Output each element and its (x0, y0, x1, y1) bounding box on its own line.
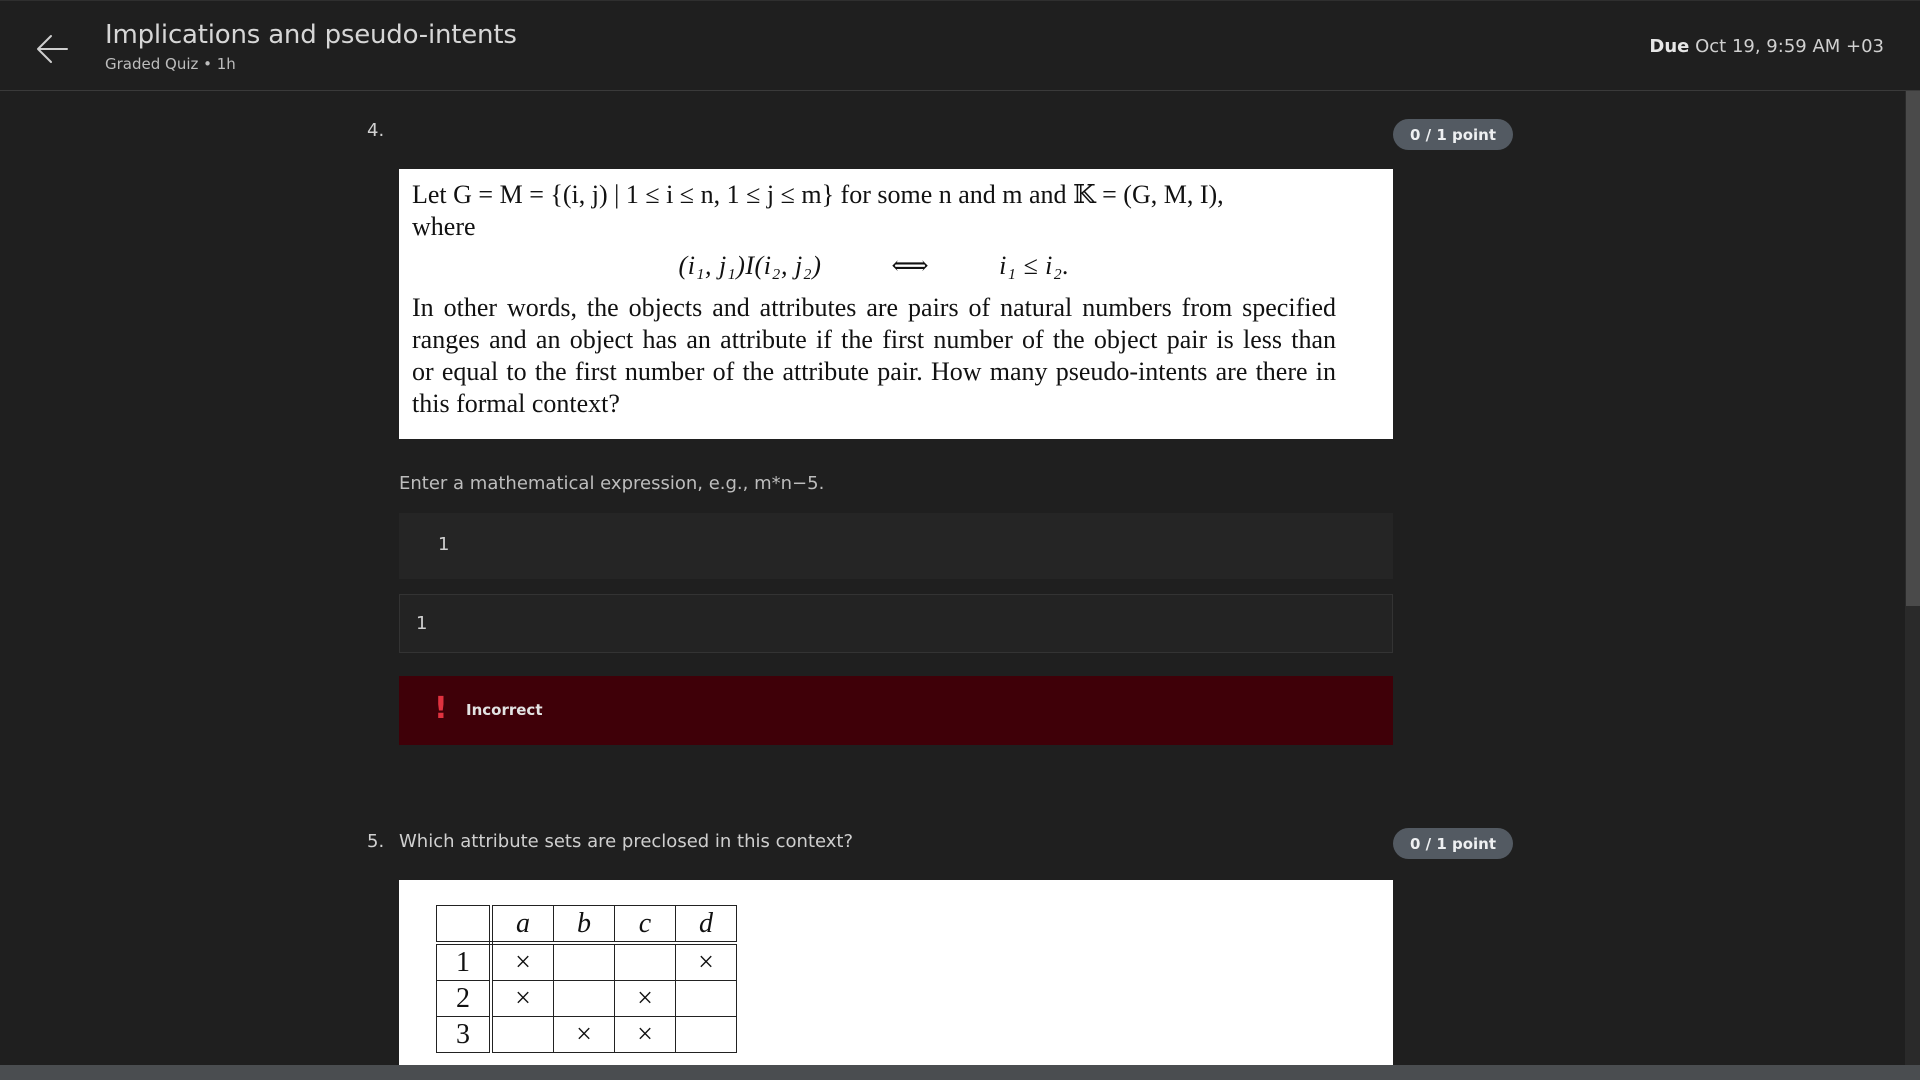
scrollbar-thumb[interactable] (1906, 91, 1920, 606)
preview-value: 1 (416, 613, 428, 634)
table-cell (675, 1016, 737, 1053)
bottom-bar (0, 1065, 1920, 1080)
column-header: a (490, 905, 554, 945)
table-row: 2 × × (436, 980, 737, 1017)
answer-preview: 1 (399, 594, 1393, 653)
question-text: Which attribute sets are preclosed in th… (399, 831, 854, 852)
quiz-meta: Graded Quiz • 1h (105, 55, 236, 73)
feedback-incorrect: ! Incorrect (399, 676, 1393, 745)
points-badge: 0 / 1 point (1393, 119, 1513, 150)
table-cell: × (490, 980, 554, 1017)
column-header: d (675, 905, 737, 945)
question-paragraph: In other words, the objects and attribut… (412, 292, 1336, 420)
table-cell (490, 1016, 554, 1053)
due-label: Due (1649, 36, 1690, 57)
top-bar: Implications and pseudo-intents Graded Q… (0, 0, 1920, 91)
table-row: 3 × × (436, 1016, 737, 1053)
due-date: Due Oct 19, 9:59 AM +03 (1649, 36, 1884, 57)
row-header: 1 (436, 942, 493, 981)
table-header-row: a b c d (436, 905, 737, 945)
question-number: 5. (367, 831, 385, 852)
answer-editor[interactable]: 1 (399, 513, 1393, 579)
table-cell: × (675, 942, 737, 981)
row-header: 2 (436, 980, 493, 1017)
paragraph-line: In other words, the objects and attribut… (412, 293, 1336, 322)
arrow-left-icon (37, 35, 68, 63)
page-title: Implications and pseudo-intents (105, 20, 517, 50)
table-cell (614, 942, 676, 981)
table-cell: × (490, 942, 554, 981)
table-cell: × (614, 980, 676, 1017)
back-button[interactable] (32, 29, 72, 69)
table-cell: × (614, 1016, 676, 1053)
row-header: 3 (436, 1016, 493, 1053)
column-header: c (614, 905, 676, 945)
question-text-line: Let G = M = {(i, j) | 1 ≤ i ≤ n, 1 ≤ j ≤… (412, 180, 1224, 209)
table-cell: × (553, 1016, 615, 1053)
question-image: Let G = M = {(i, j) | 1 ≤ i ≤ n, 1 ≤ j ≤… (399, 169, 1393, 439)
answer-hint: Enter a mathematical expression, e.g., m… (399, 473, 825, 494)
context-table-image: a b c d 1 × × 2 × × 3 × × (399, 880, 1393, 1066)
column-header: b (553, 905, 615, 945)
question-number: 4. (367, 120, 385, 141)
table-cell (553, 980, 615, 1017)
table-cell (553, 942, 615, 981)
exclamation-icon: ! (434, 691, 448, 726)
paragraph-line: this formal context? (412, 389, 620, 418)
context-table: a b c d 1 × × 2 × × 3 × × (436, 905, 737, 1053)
feedback-label: Incorrect (466, 701, 543, 719)
points-badge: 0 / 1 point (1393, 828, 1513, 859)
table-cell (675, 980, 737, 1017)
table-corner-cell (436, 905, 493, 945)
editor-line[interactable]: 1 (438, 534, 449, 555)
paragraph-line: or equal to the first number of the attr… (412, 357, 1336, 386)
due-value: Oct 19, 9:59 AM +03 (1695, 36, 1884, 57)
formula: (i₁, j₁)I(i₂, j₂) ⟺ i₁ ≤ i₂. (678, 251, 1070, 280)
table-row: 1 × × (436, 942, 737, 981)
question-text-line: where (412, 212, 476, 241)
paragraph-line: ranges and an object has an attribute if… (412, 325, 1336, 354)
